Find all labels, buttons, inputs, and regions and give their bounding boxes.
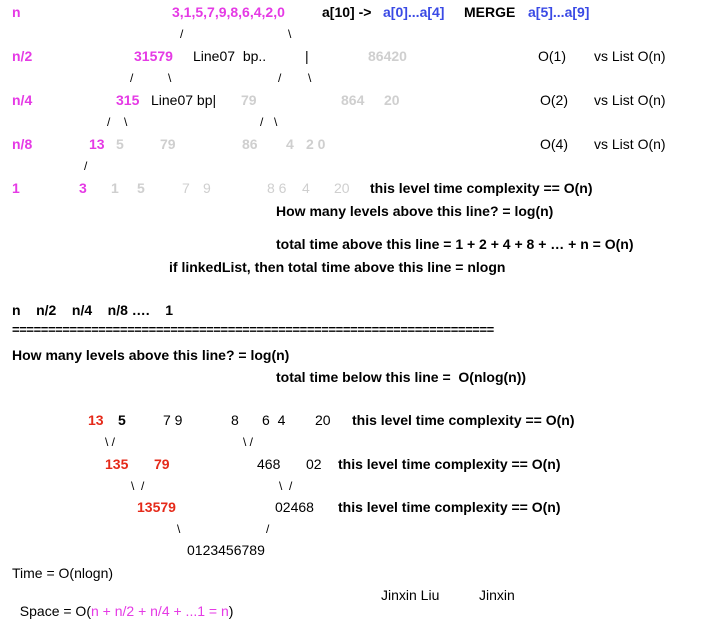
n4-cost: O(2) <box>540 92 568 108</box>
n4-vs-list: vs List O(n) <box>594 92 666 108</box>
input-array: 3,1,5,7,9,8,6,4,2,0 <box>172 4 285 20</box>
n8-group: 2 0 <box>306 136 326 152</box>
author-name: Jinxin Liu <box>381 587 440 603</box>
merged-468: 468 <box>257 456 281 472</box>
tree-slash: \ / <box>105 435 116 449</box>
level-label-n2: n/2 <box>12 48 33 64</box>
divider: ========================================… <box>12 322 494 337</box>
space-prefix: Space = O( <box>19 603 91 619</box>
leaf: 7 <box>182 180 190 196</box>
merge-leaf-8: 8 <box>231 412 239 428</box>
tree-slash: \ / <box>243 435 254 449</box>
total-below-line: total time below this line = O(nlog(n)) <box>276 369 527 385</box>
n8-vs-list: vs List O(n) <box>594 136 666 152</box>
space-suffix: ) <box>228 603 234 619</box>
leaf: 20 <box>334 180 350 196</box>
n2-cursor-bar: | <box>305 48 309 64</box>
tree-slash: \ / <box>279 479 293 493</box>
tree-slash: \ <box>177 522 181 536</box>
leaf: 8 6 <box>267 180 287 196</box>
leaf: 5 <box>137 180 145 196</box>
total-above-line: total time above this line = 1 + 2 + 4 +… <box>276 236 634 252</box>
level-label-n8: n/8 <box>12 136 33 152</box>
tree-slash: \ <box>288 27 292 41</box>
merge-level-complexity-3: this level time complexity == O(n) <box>338 499 561 515</box>
linked-list-note: if linkedList, then total time above thi… <box>169 259 506 275</box>
levels-question-2: How many levels above this line? = log(n… <box>12 347 290 363</box>
level-label-n4: n/4 <box>12 92 33 108</box>
leaf-3: 3 <box>79 180 87 196</box>
n8-group: 79 <box>160 136 176 152</box>
tree-slash: / <box>260 115 264 129</box>
n8-cost: O(4) <box>540 136 568 152</box>
n8-group: 4 <box>286 136 294 152</box>
tree-slash: / <box>107 115 111 129</box>
merged-02: 02 <box>306 456 322 472</box>
author-short: Jinxin <box>479 587 515 603</box>
tree-slash: / <box>180 27 184 41</box>
n2-cost: O(1) <box>538 48 566 64</box>
n4-group: 20 <box>384 92 400 108</box>
n4-group: 79 <box>241 92 257 108</box>
sorted-result: 0123456789 <box>187 542 265 558</box>
merged-79: 79 <box>154 456 170 472</box>
n2-vs-list: vs List O(n) <box>594 48 666 64</box>
size-series: n n/2 n/4 n/8 …. 1 <box>12 302 174 318</box>
tree-slash: \ <box>168 71 172 85</box>
tree-slash: / <box>84 159 88 173</box>
merge-level-complexity-1: this level time complexity == O(n) <box>352 412 575 428</box>
header-merge: MERGE <box>464 4 516 20</box>
header-a5-a9: a[5]...a[9] <box>528 4 590 20</box>
n4-group: 864 <box>341 92 365 108</box>
merge-leaf-79: 7 9 <box>163 412 183 428</box>
tree-slash: \ <box>308 71 312 85</box>
tree-slash: \ / <box>131 479 145 493</box>
merge-leaf-13: 13 <box>88 412 104 428</box>
tree-slash: \ <box>274 115 278 129</box>
merge-leaf-64: 6 4 <box>262 412 286 428</box>
n2-right-group: 86420 <box>368 48 407 64</box>
n2-left-group: 31579 <box>134 48 173 64</box>
merge-leaf-5: 5 <box>118 412 126 428</box>
space-formula: n + n/2 + n/4 + ...1 = n <box>90 603 229 619</box>
tree-slash: / <box>266 522 270 536</box>
n2-breakpoint-note: Line07 bp.. <box>193 48 267 64</box>
merged-02468: 02468 <box>275 499 314 515</box>
header-a10: a[10] -> <box>322 4 372 20</box>
level-label-n: n <box>12 4 21 20</box>
header-a0-a4: a[0]...a[4] <box>383 4 445 20</box>
n8-left-group: 13 <box>89 136 105 152</box>
space-complexity: Space = O(n + n/2 + n/4 + ...1 = n) <box>12 587 234 619</box>
level-label-1: 1 <box>12 180 20 196</box>
merged-13579: 13579 <box>137 499 176 515</box>
tree-slash: / <box>278 71 282 85</box>
n8-group: 86 <box>242 136 258 152</box>
leaf: 4 <box>302 180 310 196</box>
level-complexity: this level time complexity == O(n) <box>370 180 593 196</box>
tree-slash: / <box>130 71 134 85</box>
merge-leaf-20: 20 <box>315 412 331 428</box>
n4-left-group: 315 <box>116 92 140 108</box>
n8-group: 5 <box>116 136 124 152</box>
leaf: 9 <box>203 180 211 196</box>
leaf: 1 <box>111 180 119 196</box>
tree-slash: \ <box>124 115 128 129</box>
time-complexity: Time = O(nlogn) <box>12 565 114 581</box>
merged-135: 135 <box>105 456 129 472</box>
n4-breakpoint-note: Line07 bp| <box>151 92 217 108</box>
merge-level-complexity-2: this level time complexity == O(n) <box>338 456 561 472</box>
levels-question: How many levels above this line? = log(n… <box>276 203 554 219</box>
